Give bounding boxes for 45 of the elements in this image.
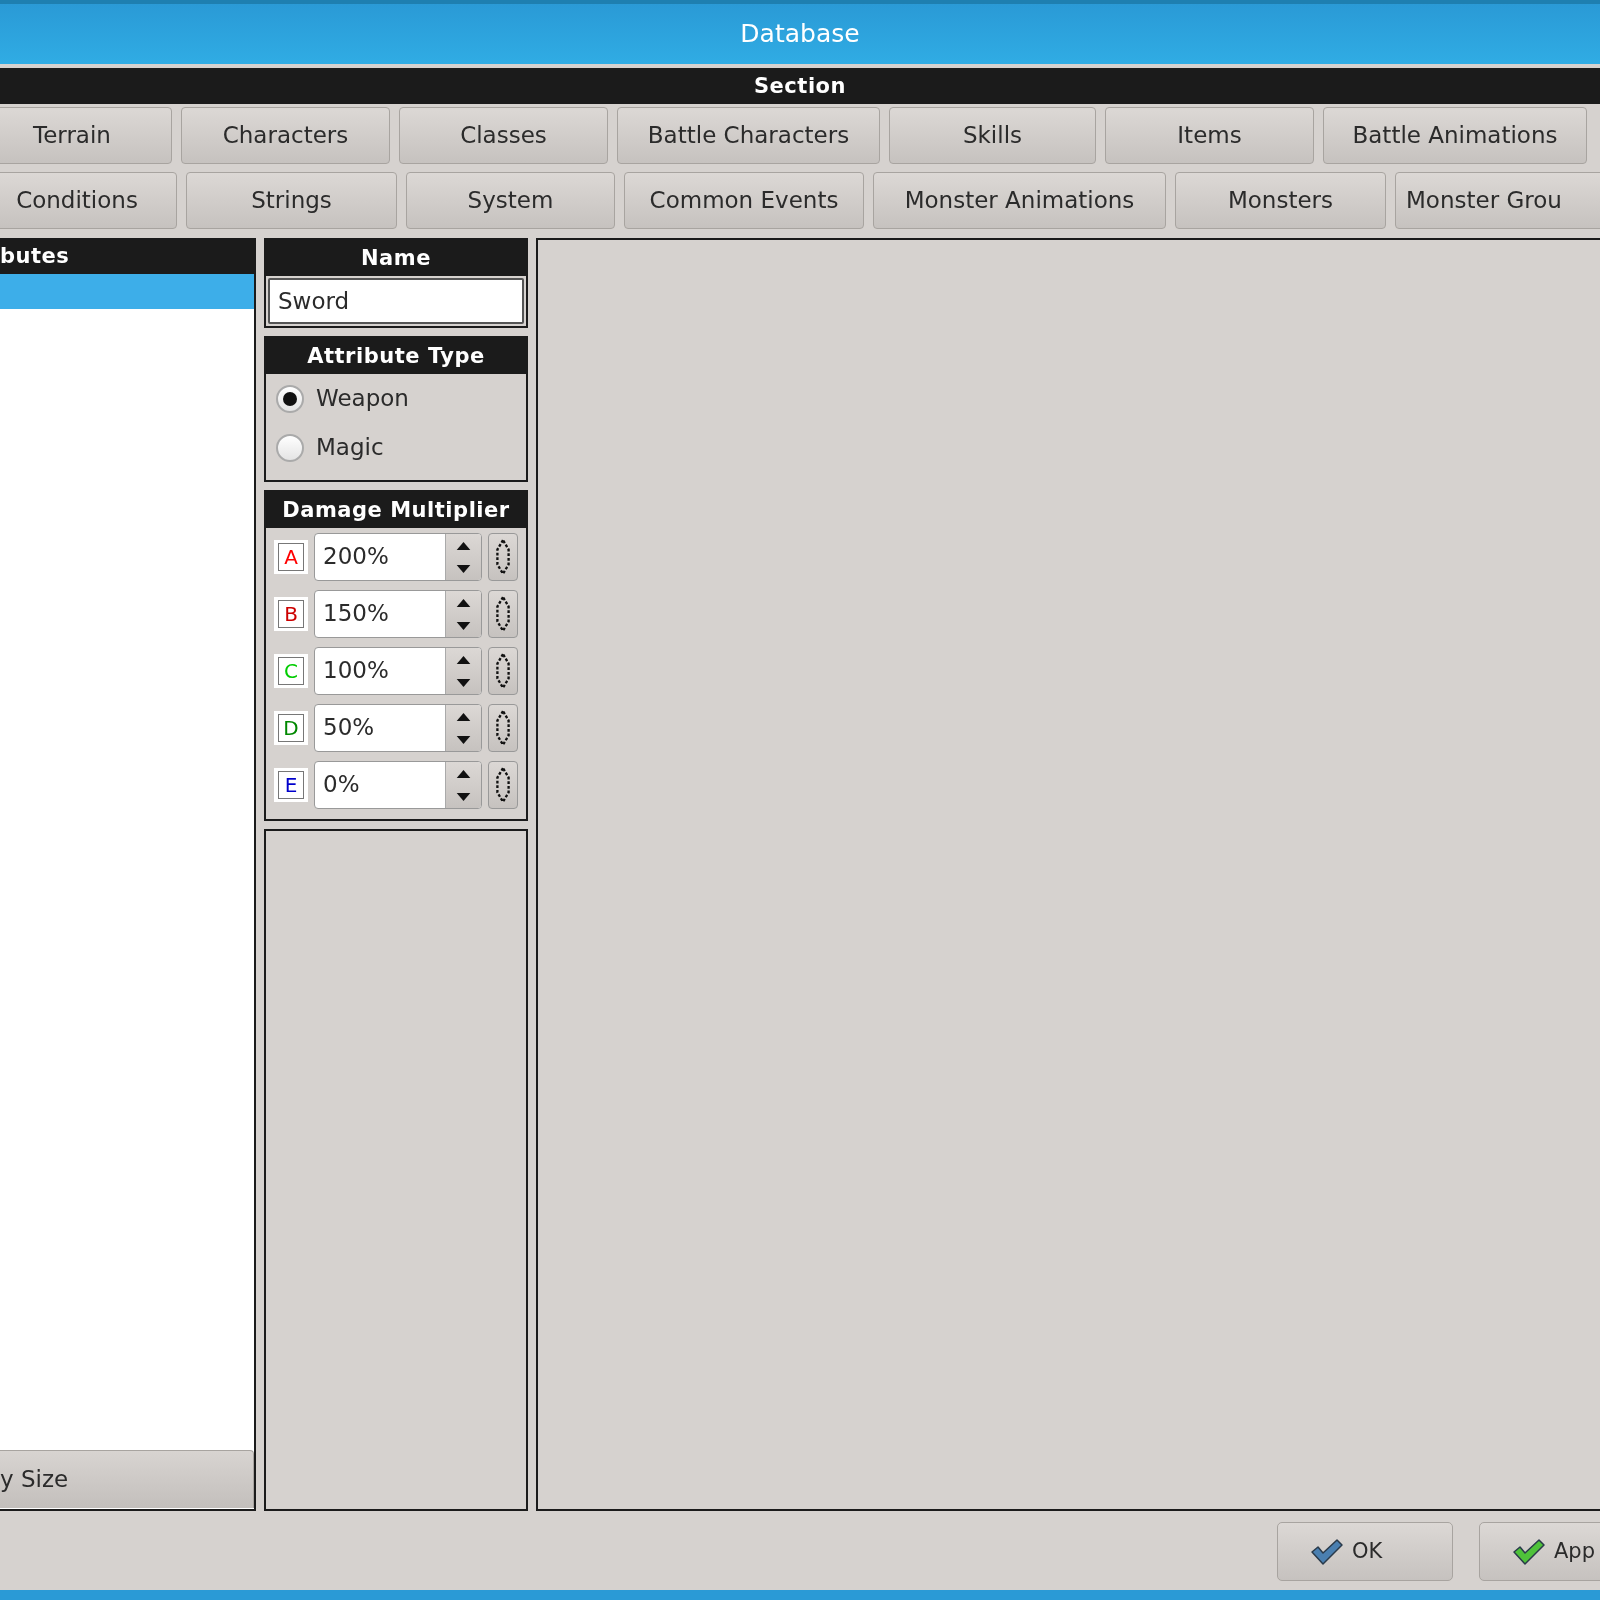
spin-drag-icon[interactable] [488, 646, 518, 695]
dialog-button[interactable]: OK [1277, 1522, 1453, 1581]
section-tab[interactable]: Battle Characters [617, 107, 880, 164]
section-tab[interactable]: Terrain [0, 107, 172, 164]
spin-box[interactable]: 150% [314, 589, 482, 638]
section-tab[interactable]: Characters [181, 107, 390, 164]
name-field[interactable]: Sword [268, 278, 524, 324]
spin-drag-icon[interactable] [488, 703, 518, 752]
radio-label: Magic [316, 433, 384, 463]
spin-drag-icon[interactable] [488, 532, 518, 581]
section-tab[interactable]: Conditions [0, 172, 177, 229]
spin-box[interactable]: 0% [314, 760, 482, 809]
letter-badge: A [274, 539, 308, 574]
checkmark-icon [1512, 1537, 1546, 1566]
spin-drag-icon[interactable] [488, 589, 518, 638]
section-tab[interactable]: Skills [889, 107, 1096, 164]
radio-button[interactable] [276, 433, 304, 462]
section-tab[interactable]: Battle Animations [1323, 107, 1587, 164]
radio-button[interactable] [276, 384, 304, 413]
section-tab[interactable]: Strings [186, 172, 397, 229]
spin-drag-icon[interactable] [488, 760, 518, 809]
section-tab[interactable]: System [406, 172, 615, 229]
window-title: Database [740, 18, 860, 51]
size-button[interactable]: y Size [0, 1450, 254, 1508]
radio-label: Weapon [316, 384, 409, 414]
section-tab[interactable]: Common Events [624, 172, 864, 229]
section-tab[interactable]: Monster Grou [1395, 172, 1600, 229]
letter-badge: C [274, 653, 308, 688]
section-tab[interactable]: Monster Animations [873, 172, 1166, 229]
section-tab[interactable]: Monsters [1175, 172, 1386, 229]
checkmark-icon [1310, 1537, 1344, 1566]
list-header: butes [0, 238, 254, 274]
damage-multiplier-header: Damage Multiplier [266, 492, 526, 528]
spin-box[interactable]: 200% [314, 532, 482, 581]
section-tab[interactable]: Classes [399, 107, 608, 164]
section-tab[interactable]: Items [1105, 107, 1314, 164]
letter-badge: B [274, 596, 308, 631]
section-header: Section [0, 68, 1600, 104]
attribute-type-header: Attribute Type [266, 338, 526, 374]
spin-box[interactable]: 50% [314, 703, 482, 752]
letter-badge: E [274, 767, 308, 802]
name-header: Name [266, 240, 526, 276]
spin-box[interactable]: 100% [314, 646, 482, 695]
letter-badge: D [274, 710, 308, 745]
dialog-button[interactable]: App [1479, 1522, 1600, 1581]
